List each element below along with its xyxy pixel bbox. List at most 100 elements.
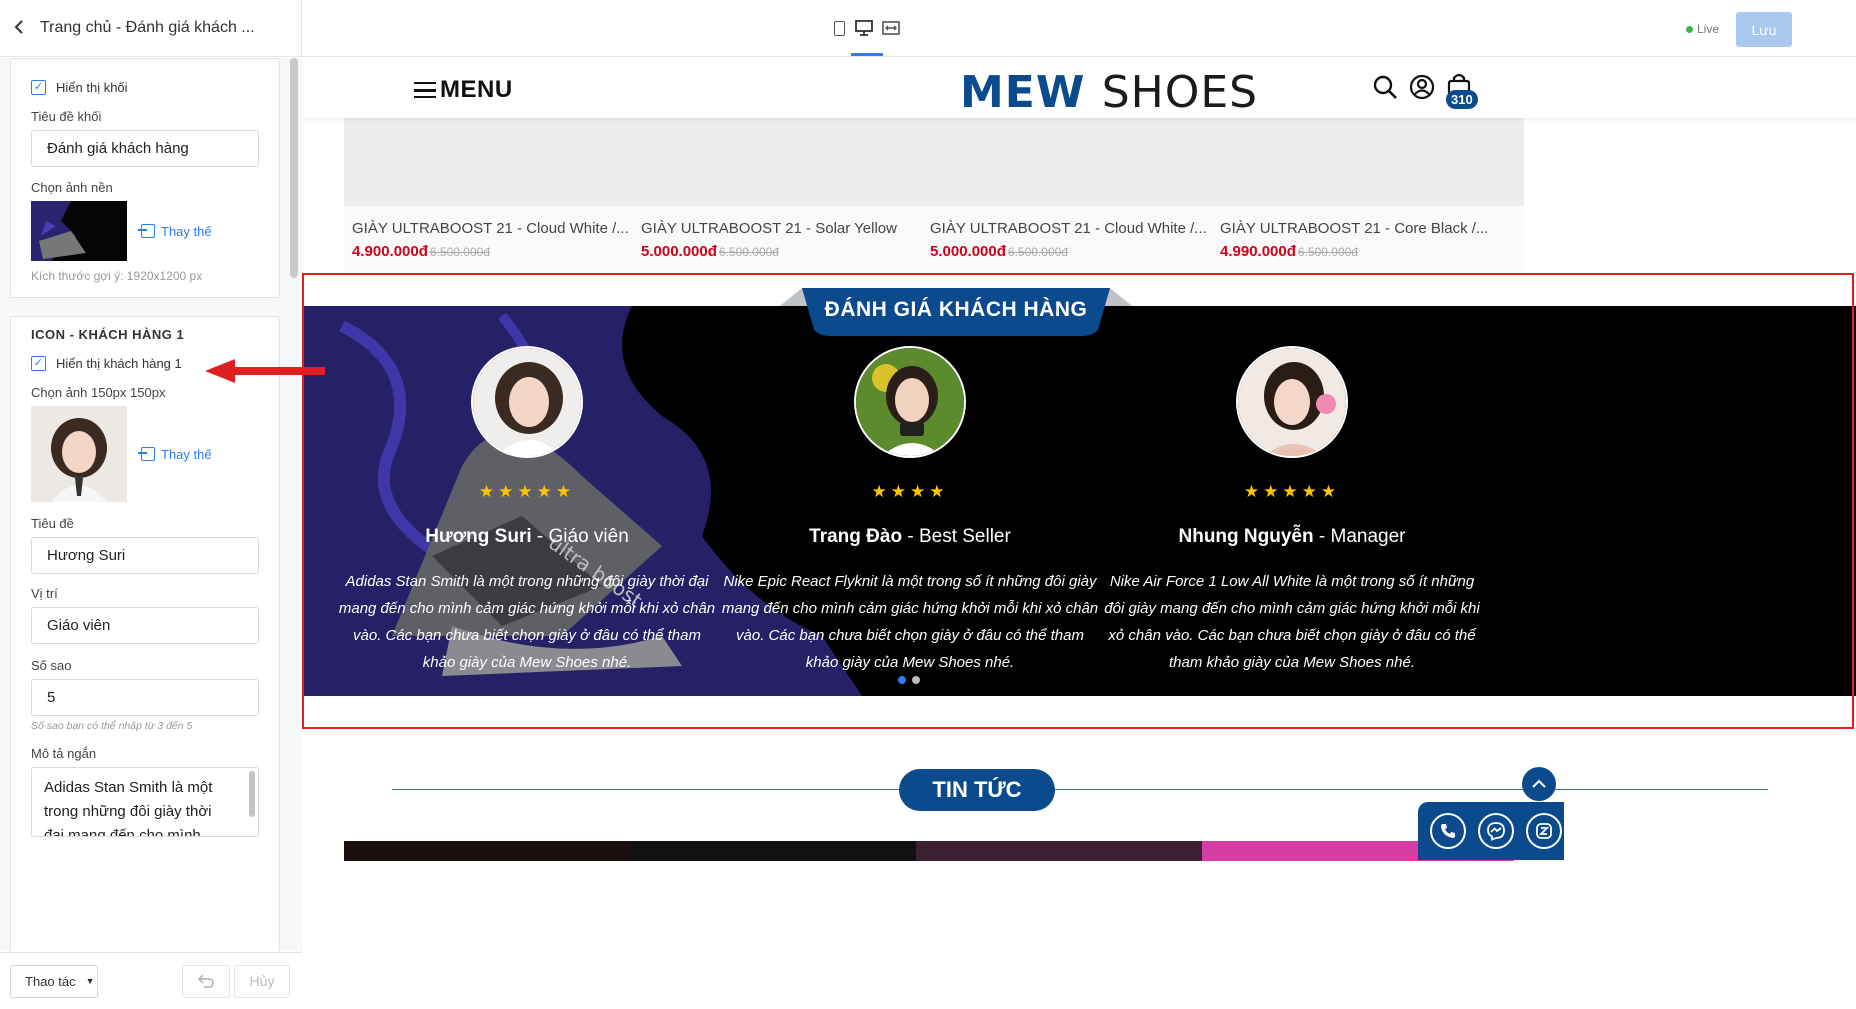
messenger-icon: [1487, 822, 1505, 841]
actions-label: Thao tác: [25, 973, 76, 989]
product-price: 5.000.000đ: [930, 243, 1006, 260]
replace-icon: [138, 224, 155, 238]
customer-position-input[interactable]: Giáo viên: [31, 607, 259, 644]
zalo-icon: [1536, 823, 1552, 839]
product-image[interactable]: [633, 118, 945, 206]
replace-customer-image-label: Thay thế: [161, 446, 212, 462]
live-dot-icon: [1686, 25, 1693, 33]
product-card[interactable]: GIÀY ULTRABOOST 21 - Cloud White /... 4.…: [344, 118, 656, 273]
product-old-price: 6.500.000đ: [429, 245, 490, 259]
product-card[interactable]: GIÀY ULTRABOOST 21 - Solar Yellow 5.000.…: [633, 118, 945, 273]
sidebar-scroll-area: ✓ Hiển thị khối Tiêu đề khối Đánh giá kh…: [0, 58, 302, 951]
customer-1-section-title: ICON - KHÁCH HÀNG 1: [31, 327, 185, 342]
product-name[interactable]: GIÀY ULTRABOOST 21 - Cloud White /...: [344, 206, 656, 237]
mobile-view-icon[interactable]: [830, 19, 848, 37]
sidebar-header: Trang chủ - Đánh giá khách ...: [0, 0, 301, 57]
sidebar-title: Trang chủ - Đánh giá khách ...: [40, 19, 255, 36]
desktop-view-icon[interactable]: [855, 19, 873, 37]
fullwidth-view-icon[interactable]: [882, 19, 900, 37]
background-thumbnail[interactable]: [31, 201, 127, 261]
menu-label: MENU: [440, 76, 513, 103]
site-preview: MENU MEW SHOES 310 GIÀY ULTRABOOST 21 - …: [302, 58, 1856, 1009]
cart-count-badge: 310: [1446, 90, 1478, 109]
undo-button[interactable]: [182, 964, 230, 998]
background-image-label: Chọn ảnh nền: [31, 180, 113, 195]
contact-bar: [1418, 802, 1564, 860]
customer-desc-label: Mô tả ngắn: [31, 746, 97, 761]
product-price: 4.900.000đ: [352, 243, 428, 260]
phone-icon: [1441, 824, 1455, 838]
logo-part-1: MEW: [960, 67, 1086, 118]
editor-topbar: Live Lưu: [302, 0, 1856, 57]
product-image[interactable]: [344, 118, 656, 206]
customer-name-input[interactable]: Hương Suri: [31, 537, 259, 574]
show-block-label: Hiển thị khối: [56, 80, 128, 95]
news-image[interactable]: [916, 841, 1228, 861]
site-header: MENU MEW SHOES 310: [302, 58, 1856, 118]
customer-desc-textarea[interactable]: Adidas Stan Smith là một trong những đôi…: [31, 767, 259, 837]
customer-name-label: Tiêu đề: [31, 516, 74, 531]
product-name[interactable]: GIÀY ULTRABOOST 21 - Cloud White /...: [922, 206, 1234, 237]
product-name[interactable]: GIÀY ULTRABOOST 21 - Core Black /...: [1212, 206, 1524, 237]
news-divider: [392, 789, 1768, 790]
site-menu-button[interactable]: MENU: [414, 76, 513, 104]
sidebar-footer: Thao tác ▼ Hủy: [0, 952, 302, 1009]
product-old-price: 6.500.000đ: [1007, 245, 1068, 259]
replace-customer-image-button[interactable]: Thay thế: [138, 446, 212, 462]
news-title: TIN TỨC: [899, 769, 1055, 811]
zalo-button[interactable]: [1526, 813, 1562, 849]
live-status: Live: [1686, 22, 1719, 36]
product-card[interactable]: GIÀY ULTRABOOST 21 - Core Black /... 4.9…: [1212, 118, 1524, 273]
product-name[interactable]: GIÀY ULTRABOOST 21 - Solar Yellow: [633, 206, 945, 237]
customer-stars-input[interactable]: 5: [31, 679, 259, 716]
undo-icon: [198, 974, 214, 988]
customer-position-label: Vị trí: [31, 586, 58, 601]
save-button[interactable]: Lưu: [1736, 12, 1792, 47]
block-title-input[interactable]: Đánh giá khách hàng: [31, 130, 259, 167]
hamburger-icon: [414, 82, 436, 98]
size-hint: Kích thước gợi ý: 1920x1200 px: [31, 269, 203, 283]
block-settings-card: ✓ Hiển thị khối Tiêu đề khối Đánh giá kh…: [10, 58, 280, 298]
block-title-label: Tiêu đề khối: [31, 109, 102, 124]
active-view-indicator: [851, 53, 883, 56]
product-image[interactable]: [922, 118, 1234, 206]
scroll-to-top-button[interactable]: [1522, 767, 1556, 801]
cancel-button[interactable]: Hủy: [234, 964, 290, 998]
product-price: 4.990.000đ: [1220, 243, 1296, 260]
editor-sidebar: Trang chủ - Đánh giá khách ... ✓ Hiển th…: [0, 0, 302, 1009]
checkbox-checked-icon[interactable]: ✓: [31, 356, 46, 371]
show-customer-1-label: Hiển thị khách hàng 1: [56, 356, 182, 371]
news-image[interactable]: [344, 841, 656, 861]
logo-part-2: SHOES: [1101, 67, 1259, 118]
customer-1-thumbnail[interactable]: [31, 406, 127, 502]
phone-button[interactable]: [1430, 813, 1466, 849]
selected-block-highlight: [302, 273, 1854, 729]
customer-stars-label: Số sao: [31, 658, 72, 673]
stars-hint: Số sao bạn có thể nhập từ 3 đến 5: [31, 720, 193, 732]
actions-dropdown[interactable]: Thao tác ▼: [10, 964, 98, 998]
customer-1-card: ICON - KHÁCH HÀNG 1 ✓ Hiển thị khách hàn…: [10, 316, 280, 951]
product-old-price: 6.500.000đ: [1297, 245, 1358, 259]
replace-background-button[interactable]: Thay thế: [138, 223, 212, 239]
live-label: Live: [1697, 22, 1720, 36]
replace-icon: [138, 447, 155, 461]
news-image[interactable]: [630, 841, 942, 861]
site-logo[interactable]: MEW SHOES: [960, 67, 1258, 118]
customer-desc-text: Adidas Stan Smith là một trong những đôi…: [44, 779, 213, 837]
chevron-up-icon: [1532, 779, 1546, 788]
product-price: 5.000.000đ: [641, 243, 717, 260]
replace-background-label: Thay thế: [161, 223, 212, 239]
annotation-arrow-icon: [205, 357, 327, 390]
textarea-scrollbar[interactable]: [249, 771, 255, 817]
product-old-price: 6.500.000đ: [718, 245, 779, 259]
messenger-button[interactable]: [1478, 813, 1514, 849]
show-block-toggle[interactable]: ✓ Hiển thị khối: [31, 80, 259, 95]
product-card[interactable]: GIÀY ULTRABOOST 21 - Cloud White /... 5.…: [922, 118, 1234, 273]
account-icon[interactable]: [1409, 74, 1435, 105]
caret-down-icon: ▼: [85, 976, 95, 986]
chevron-left-icon[interactable]: [14, 18, 40, 39]
search-icon[interactable]: [1372, 74, 1398, 105]
checkbox-checked-icon[interactable]: ✓: [31, 80, 46, 95]
product-image[interactable]: [1212, 118, 1524, 206]
sidebar-scrollbar[interactable]: [290, 58, 298, 278]
